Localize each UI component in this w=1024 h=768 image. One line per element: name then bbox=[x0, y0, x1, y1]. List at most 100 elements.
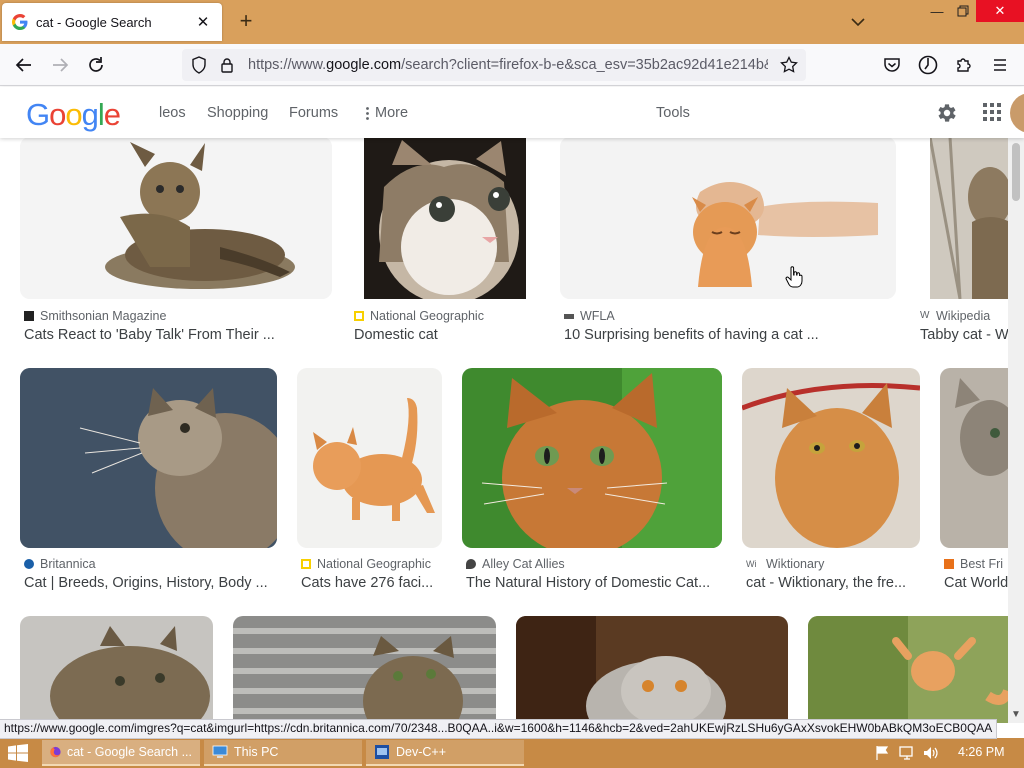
result-caption[interactable]: Cat World bbox=[944, 575, 1008, 591]
close-window-button[interactable]: ✕ bbox=[976, 0, 1024, 22]
wikipedia-icon: W bbox=[920, 310, 930, 321]
google-logo[interactable]: Google bbox=[26, 97, 121, 133]
bookmark-star-icon[interactable] bbox=[778, 54, 800, 76]
back-button[interactable] bbox=[12, 53, 36, 77]
chevron-down-icon[interactable] bbox=[848, 12, 868, 32]
tab-shopping[interactable]: Shopping bbox=[207, 105, 268, 121]
pocket-icon bbox=[884, 58, 900, 72]
restore-window-button[interactable] bbox=[950, 0, 976, 22]
flag-icon[interactable] bbox=[874, 744, 892, 762]
hand-cursor-icon bbox=[785, 266, 803, 288]
image-results-grid: Smithsonian Magazine Cats React to 'Baby… bbox=[0, 137, 1008, 723]
result-source: National Geographic bbox=[301, 557, 431, 571]
result-thumbnail[interactable] bbox=[516, 616, 788, 723]
result-source-label: Wikipedia bbox=[936, 309, 991, 323]
result-thumbnail[interactable] bbox=[297, 368, 442, 548]
windows-start-icon[interactable] bbox=[8, 744, 28, 762]
result-caption[interactable]: 10 Surprising benefits of having a cat .… bbox=[564, 327, 894, 343]
result-source: Best Fri bbox=[944, 557, 1003, 571]
tab-forums[interactable]: Forums bbox=[289, 105, 338, 121]
result-source-label: Smithsonian Magazine bbox=[40, 309, 167, 323]
dev-cpp-icon bbox=[375, 745, 389, 759]
reload-icon bbox=[89, 57, 103, 72]
windows-taskbar: cat - Google Search ... This PC Dev-C++ … bbox=[0, 738, 1024, 768]
result-thumbnail[interactable] bbox=[233, 616, 496, 723]
result-source-label: Wiktionary bbox=[766, 557, 825, 571]
result-thumbnail[interactable] bbox=[560, 137, 896, 299]
scrollbar-thumb[interactable] bbox=[1012, 143, 1020, 201]
taskbar-clock[interactable]: 4:26 PM bbox=[958, 745, 1005, 759]
puzzle-icon bbox=[957, 58, 971, 72]
result-source: Wi Wiktionary bbox=[746, 557, 824, 571]
shield-icon[interactable] bbox=[188, 54, 210, 76]
minimize-window-button[interactable]: — bbox=[924, 0, 950, 22]
taskbar-dev-cpp[interactable]: Dev-C++ bbox=[366, 740, 524, 766]
tab-google-search[interactable]: cat - Google Search ✕ bbox=[2, 3, 222, 41]
result-caption[interactable]: The Natural History of Domestic Cat... bbox=[466, 575, 721, 591]
tools-button[interactable]: Tools bbox=[656, 105, 690, 121]
tab-videos[interactable]: leos bbox=[159, 105, 186, 121]
result-thumbnail[interactable] bbox=[20, 137, 332, 299]
tab-more-label: More bbox=[375, 105, 409, 121]
taskbar-this-pc[interactable]: This PC bbox=[204, 740, 362, 766]
new-tab-button[interactable]: + bbox=[234, 9, 258, 33]
pocket-button[interactable] bbox=[880, 53, 904, 77]
source-icon bbox=[564, 313, 574, 319]
speaker-icon[interactable] bbox=[922, 744, 940, 762]
result-caption[interactable]: Cats React to 'Baby Talk' From Their ... bbox=[24, 327, 324, 343]
extensions-button[interactable] bbox=[952, 53, 976, 77]
source-icon bbox=[944, 559, 954, 569]
source-icon bbox=[466, 559, 476, 569]
result-thumbnail[interactable] bbox=[462, 368, 722, 548]
result-thumbnail[interactable] bbox=[808, 616, 1008, 723]
tab-strip: cat - Google Search ✕ + — ✕ bbox=[0, 0, 1024, 44]
navigation-toolbar: https://www.google.com/search?client=fir… bbox=[0, 44, 1024, 86]
lock-icon[interactable] bbox=[216, 54, 238, 76]
arrow-left-icon bbox=[15, 58, 31, 72]
logo-letter: o bbox=[49, 97, 66, 132]
source-icon bbox=[354, 311, 364, 321]
result-source-label: Best Fri bbox=[960, 557, 1004, 571]
result-caption[interactable]: cat - Wiktionary, the fre... bbox=[746, 575, 921, 591]
taskbar-item-label: cat - Google Search ... bbox=[66, 745, 192, 759]
account-button[interactable] bbox=[916, 53, 940, 77]
google-header: Google leos Shopping Forums More Tools bbox=[0, 87, 1024, 138]
close-tab-icon[interactable]: ✕ bbox=[194, 13, 212, 31]
tab-more[interactable]: More bbox=[366, 105, 408, 121]
address-bar[interactable]: https://www.google.com/search?client=fir… bbox=[182, 49, 806, 81]
scroll-down-icon[interactable]: ▼ bbox=[1011, 709, 1021, 720]
menu-button[interactable] bbox=[988, 53, 1012, 77]
result-thumbnail[interactable] bbox=[742, 368, 920, 548]
network-icon[interactable] bbox=[898, 744, 916, 762]
result-thumbnail[interactable] bbox=[940, 368, 1008, 548]
taskbar-firefox[interactable]: cat - Google Search ... bbox=[42, 740, 200, 766]
account-circle-icon bbox=[918, 55, 938, 75]
result-source: Britannica bbox=[24, 557, 96, 571]
result-source-label: National Geographic bbox=[317, 557, 431, 571]
google-favicon-icon bbox=[12, 14, 28, 30]
result-caption[interactable]: Cat | Breeds, Origins, History, Body ... bbox=[24, 575, 279, 591]
result-thumbnail[interactable] bbox=[20, 368, 277, 548]
result-source-label: WFLA bbox=[580, 309, 615, 323]
result-caption[interactable]: Tabby cat - W bbox=[920, 327, 1008, 343]
logo-letter: e bbox=[103, 97, 121, 132]
firefox-icon bbox=[50, 746, 61, 758]
result-source: Smithsonian Magazine bbox=[24, 309, 166, 323]
tab-title: cat - Google Search bbox=[36, 14, 152, 30]
result-caption[interactable]: Cats have 276 faci... bbox=[301, 575, 441, 591]
source-icon bbox=[301, 559, 311, 569]
computer-icon bbox=[212, 745, 228, 758]
result-thumbnail[interactable] bbox=[20, 616, 213, 723]
logo-letter: g bbox=[81, 97, 99, 132]
gear-icon[interactable] bbox=[934, 101, 958, 125]
result-thumbnail[interactable] bbox=[364, 137, 526, 299]
vertical-scrollbar[interactable]: ▼ bbox=[1008, 137, 1024, 723]
apps-grid-icon[interactable] bbox=[982, 102, 1002, 122]
result-source: W Wikipedia bbox=[920, 309, 990, 323]
result-thumbnail[interactable] bbox=[930, 137, 1008, 299]
forward-button[interactable] bbox=[48, 53, 72, 77]
avatar[interactable] bbox=[1010, 93, 1024, 133]
reload-button[interactable] bbox=[84, 53, 108, 77]
result-caption[interactable]: Domestic cat bbox=[354, 327, 534, 343]
taskbar-item-label: Dev-C++ bbox=[396, 745, 447, 759]
